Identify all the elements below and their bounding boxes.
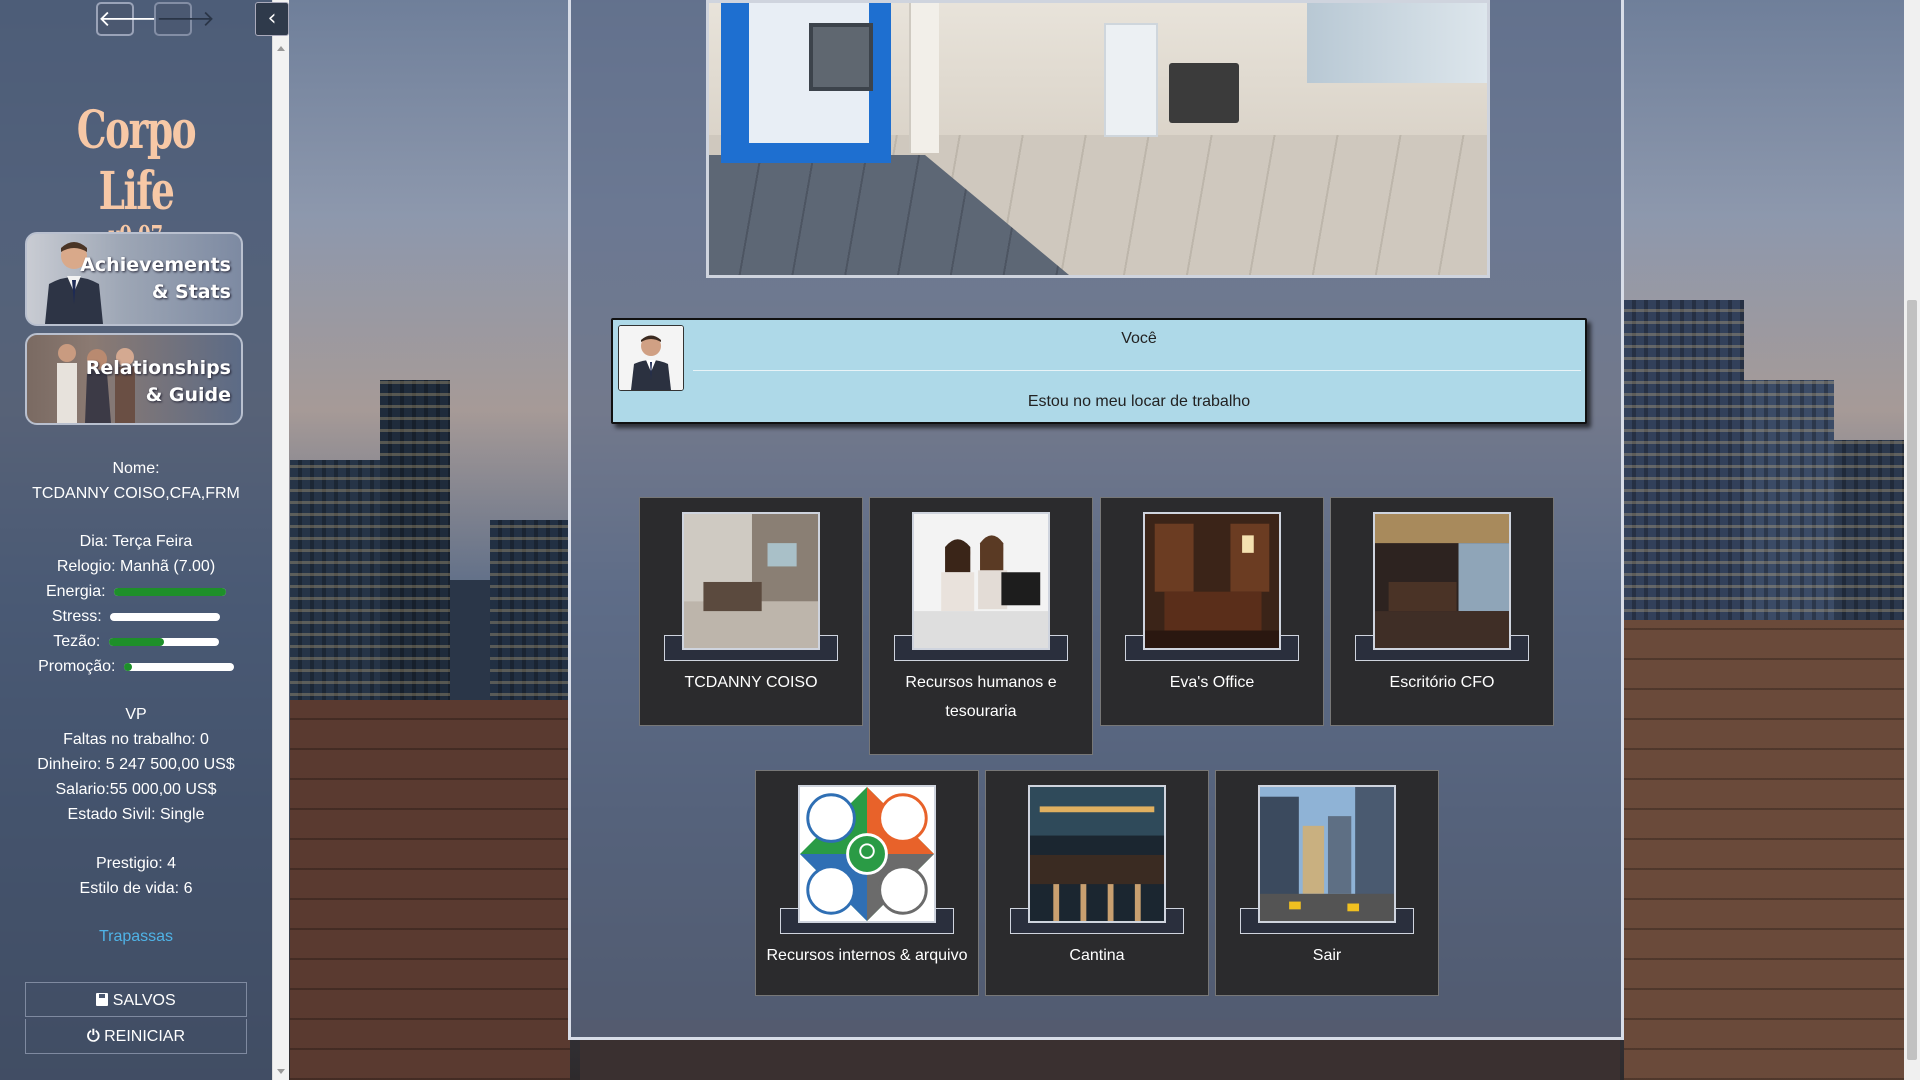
- page-scrollbar[interactable]: [1904, 0, 1920, 1080]
- city-street-photo-icon: [1258, 785, 1396, 923]
- scroll-down-arrow-icon[interactable]: [277, 1069, 285, 1074]
- location-canteen[interactable]: Cantina: [985, 770, 1209, 996]
- menu-core: SALVOS ⏻ REINICIAR: [25, 982, 247, 1056]
- floppy-disk-icon: [96, 993, 109, 1006]
- tesao-bar-fill: [108, 637, 164, 646]
- location-hr-treasury[interactable]: Recursos humanos e tesouraria: [869, 497, 1093, 755]
- lifestyle-info: Prestigio: 4 Estilo de vida: 6: [0, 851, 272, 901]
- character-info: Nome: TCDANNY COISO,CFA,FRM: [0, 456, 272, 506]
- dialog-speaker: Você: [1121, 330, 1157, 347]
- power-icon: ⏻: [86, 1028, 100, 1045]
- location-internal-resources[interactable]: Recursos internos & arquivo: [755, 770, 979, 996]
- clock-text: Relogio: Manhã (7.00): [56, 558, 216, 575]
- ui-bar: 🡐 🡒 Corpo Life v0.07 Achievements & Stat…: [0, 0, 272, 1080]
- achievements-stats-button[interactable]: Achievements & Stats: [25, 232, 243, 326]
- promo-label: Promoção:: [38, 658, 116, 675]
- name-label: Nome:: [112, 460, 160, 477]
- saves-label: SALVOS: [112, 992, 176, 1009]
- absences-text: Faltas no trabalho: 0: [63, 731, 209, 748]
- dialog-text: Estou no meu locar de trabalho: [1027, 393, 1251, 410]
- arrow-left-icon: 🡐: [98, 6, 157, 31]
- stress-row: Stress:: [0, 604, 272, 629]
- sidebar-scrollbar[interactable]: [272, 0, 289, 1080]
- sidebar-toggle-button[interactable]: ‹: [255, 2, 289, 36]
- salary-text: Salario:55 000,00 US$: [55, 781, 217, 798]
- cheats-row: Trapassas: [0, 924, 272, 949]
- executive-office-photo-icon: [1143, 512, 1281, 650]
- intelligence-diagram-icon: [798, 785, 936, 923]
- location-tcdanny-office[interactable]: TCDANNY COISO: [639, 497, 863, 726]
- rank-text: VP: [125, 706, 147, 723]
- relationships-label-2: & Guide: [145, 384, 231, 406]
- tesao-bar: [108, 637, 219, 646]
- restart-button[interactable]: ⏻ REINICIAR: [25, 1019, 247, 1054]
- energy-bar: [114, 587, 227, 596]
- achievements-label-2: & Stats: [151, 281, 231, 303]
- game-title: Corpo Life: [76, 100, 197, 222]
- dialog-box: Você Estou no meu locar de trabalho: [611, 318, 1587, 424]
- status-info: Dia: Terça Feira Relogio: Manhã (7.00) E…: [0, 529, 272, 679]
- stress-label: Stress:: [51, 608, 102, 625]
- career-info: VP Faltas no trabalho: 0 Dinheiro: 5 247…: [0, 702, 272, 827]
- bar-counter-photo-icon: [1028, 785, 1166, 923]
- bank-lobby-image: [706, 0, 1490, 278]
- money-text: Dinheiro: 5 247 500,00 US$: [37, 756, 235, 773]
- cfo-office-photo-icon: [1373, 512, 1511, 650]
- energy-label: Energia:: [45, 583, 106, 600]
- tesao-row: Tezão:: [0, 629, 272, 654]
- promo-bar: [123, 662, 234, 671]
- history-back-button[interactable]: 🡐: [96, 2, 157, 36]
- player-avatar: [618, 325, 684, 391]
- location-cfo-office[interactable]: Escritório CFO: [1330, 497, 1554, 726]
- office-workers-photo-icon: [912, 512, 1050, 650]
- office-photo-icon: [682, 512, 820, 650]
- location-exit[interactable]: Sair: [1215, 770, 1439, 996]
- lifestyle-text: Estilo de vida: 6: [79, 880, 193, 897]
- relationships-guide-button[interactable]: Relationships & Guide: [25, 333, 243, 425]
- passage: Você Estou no meu locar de trabalho TCDA…: [568, 0, 1624, 1040]
- energy-row: Energia:: [0, 579, 272, 604]
- name-value: TCDANNY COISO,CFA,FRM: [32, 485, 240, 502]
- stress-bar: [110, 612, 221, 621]
- day-text: Dia: Terça Feira: [79, 533, 193, 550]
- tesao-label: Tezão:: [53, 633, 101, 650]
- history-forward-button[interactable]: 🡒: [154, 2, 215, 36]
- promo-bar-fill: [123, 662, 132, 671]
- energy-bar-fill: [114, 587, 227, 596]
- civil-status-text: Estado Sivil: Single: [67, 806, 205, 823]
- game-logo: Corpo Life v0.07: [0, 100, 272, 249]
- scroll-up-arrow-icon[interactable]: [277, 46, 285, 51]
- prestige-text: Prestigio: 4: [95, 855, 177, 872]
- arrow-right-icon: 🡒: [156, 6, 215, 31]
- promo-row: Promoção:: [0, 654, 272, 679]
- location-evas-office[interactable]: Eva's Office: [1100, 497, 1324, 726]
- restart-label: REINICIAR: [104, 1028, 185, 1045]
- chevron-left-icon: ‹: [267, 6, 277, 31]
- relationships-label-1: Relationships: [85, 357, 231, 379]
- page-scrollbar-thumb[interactable]: [1907, 300, 1917, 1060]
- achievements-label-1: Achievements: [80, 254, 231, 276]
- cheats-link[interactable]: Trapassas: [99, 928, 173, 945]
- saves-button[interactable]: SALVOS: [25, 982, 247, 1017]
